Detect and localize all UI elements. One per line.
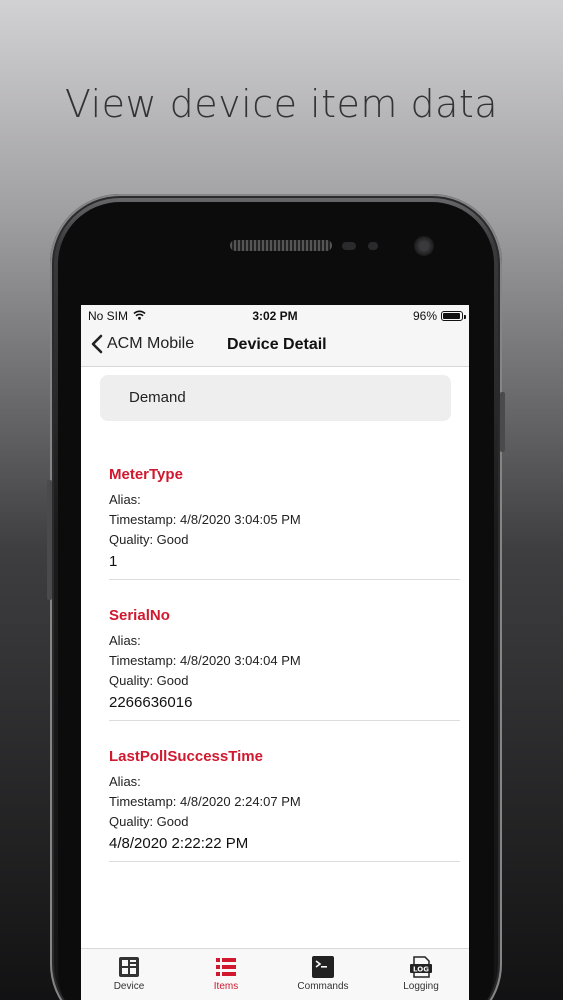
item-alias: Alias: [109, 492, 141, 507]
tab-device[interactable]: Device [99, 956, 159, 992]
back-button[interactable]: ACM Mobile [91, 334, 194, 354]
item-value: 4/8/2020 2:22:22 PM [109, 835, 249, 852]
item-quality: Quality: Good [109, 673, 189, 688]
tab-label: Items [213, 981, 239, 992]
item-name: LastPollSuccessTime [109, 748, 263, 765]
tab-items[interactable]: Items [196, 956, 256, 992]
list-item[interactable]: SerialNo Alias: Timestamp: 4/8/2020 3:04… [109, 580, 460, 721]
item-timestamp: Timestamp: 4/8/2020 2:24:07 PM [109, 794, 301, 809]
item-timestamp: Timestamp: 4/8/2020 3:04:04 PM [109, 653, 301, 668]
page-title: Device Detail [227, 336, 327, 353]
power-button [500, 392, 505, 452]
sensor [368, 242, 378, 250]
item-timestamp: Timestamp: 4/8/2020 3:04:05 PM [109, 512, 301, 527]
back-label: ACM Mobile [107, 335, 195, 352]
list-item[interactable]: LastPollSuccessTime Alias: Timestamp: 4/… [109, 721, 460, 862]
list-item[interactable]: MeterType Alias: Timestamp: 4/8/2020 3:0… [109, 439, 460, 580]
tab-label: Device [113, 981, 145, 992]
terminal-icon [312, 956, 334, 978]
battery-icon [441, 311, 466, 321]
list-icon [216, 958, 236, 976]
item-list: Demand MeterType Alias: Timestamp: 4/8/2… [81, 367, 469, 948]
item-alias: Alias: [109, 633, 141, 648]
item-value: 2266636016 [109, 694, 193, 711]
tab-commands[interactable]: Commands [293, 956, 353, 992]
volume-button [47, 480, 52, 600]
sensor [342, 242, 356, 250]
svg-text:LOG: LOG [413, 966, 429, 974]
item-alias: Alias: [109, 774, 141, 789]
item-quality: Quality: Good [109, 814, 189, 829]
log-icon: LOG [410, 956, 432, 978]
tab-bar: Device Items Commands LOG Logging [81, 948, 469, 1000]
tab-logging[interactable]: LOG Logging [391, 956, 451, 992]
group-header: Demand [100, 375, 451, 421]
promo-headline: View device item data [64, 82, 499, 126]
app-screen: No SIM 3:02 PM 96% ACM Mobile Device Det… [81, 305, 469, 1000]
status-bar: No SIM 3:02 PM 96% [81, 305, 469, 325]
front-camera [414, 236, 434, 256]
item-name: SerialNo [109, 607, 170, 624]
chevron-left-icon [91, 334, 103, 354]
battery-percent: 96% [412, 309, 437, 323]
item-quality: Quality: Good [109, 532, 189, 547]
tab-label: Logging [403, 981, 439, 992]
speaker-grille [230, 240, 332, 251]
item-value: 1 [109, 553, 118, 570]
item-name: MeterType [109, 466, 183, 483]
navigation-bar: ACM Mobile Device Detail [81, 325, 469, 367]
tab-label: Commands [297, 981, 349, 992]
status-time: 3:02 PM [252, 309, 298, 323]
device-icon [119, 957, 139, 977]
